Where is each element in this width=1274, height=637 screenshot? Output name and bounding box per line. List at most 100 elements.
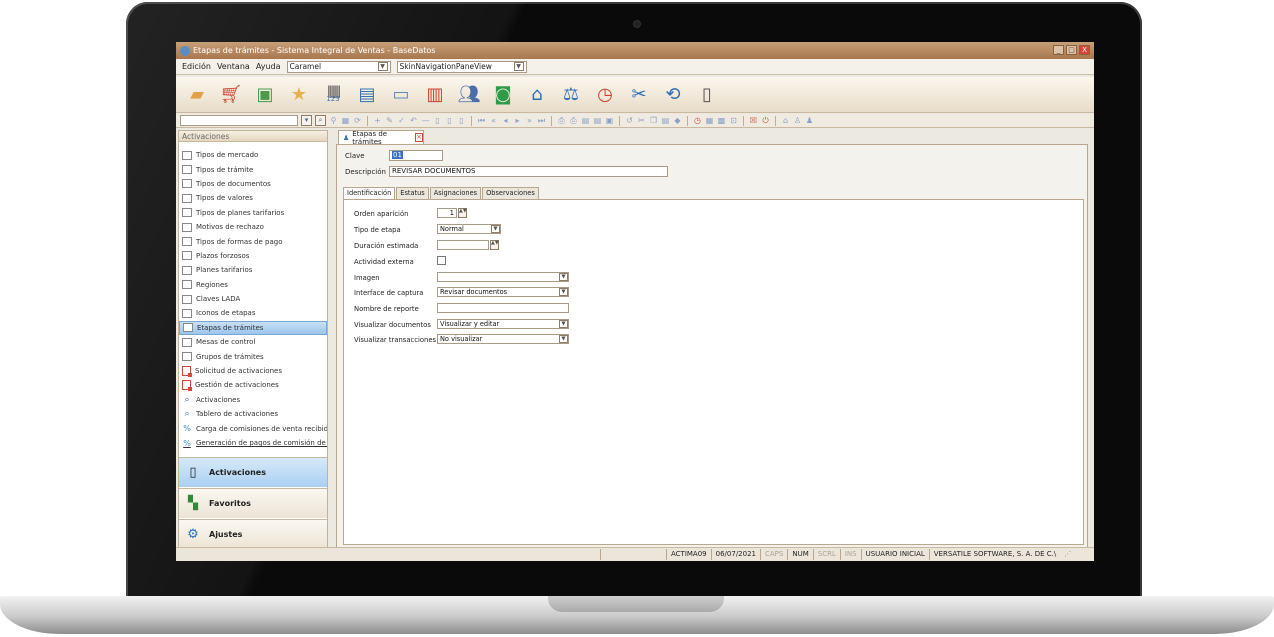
refresh-icon[interactable]: ⟲ bbox=[662, 84, 684, 106]
nav-item-generacion-de-pagos[interactable]: % Generación de pagos de comisión de v... bbox=[179, 436, 327, 450]
phone-icon[interactable]: ▯ bbox=[696, 84, 718, 106]
scales-icon[interactable]: ⚖︎ bbox=[560, 84, 582, 106]
calendar-icon[interactable]: ▦ bbox=[705, 115, 714, 126]
nav-item-carga-de-comisiones[interactable]: % Carga de comisiones de venta recibidas bbox=[179, 421, 327, 435]
next-icon[interactable]: ▸ bbox=[513, 115, 522, 126]
imagen-select[interactable]: ▼ bbox=[437, 272, 569, 282]
page-icon[interactable]: ▯ bbox=[445, 115, 454, 126]
clock-icon[interactable]: ◷ bbox=[693, 115, 702, 126]
tab-etapas-de-tramites[interactable]: ♟︎ Etapas de trámites × bbox=[338, 130, 424, 146]
tab-estatus[interactable]: Estatus bbox=[396, 187, 429, 199]
nav-item-activaciones[interactable]: ⌕ Activaciones bbox=[179, 393, 327, 407]
minimize-button[interactable]: _ bbox=[1053, 45, 1064, 55]
folder-star-icon[interactable]: ★ bbox=[288, 84, 310, 106]
nav-item-claves-lada[interactable]: Claves LADA bbox=[179, 292, 327, 306]
export-icon[interactable]: ▤ bbox=[593, 115, 602, 126]
barcode-icon[interactable]: |||||| 123 bbox=[322, 84, 344, 106]
paste-icon[interactable]: ▤ bbox=[661, 115, 670, 126]
reporte-input[interactable] bbox=[437, 303, 569, 313]
cut-icon[interactable]: ✂︎ bbox=[637, 115, 646, 126]
chart-doc-icon[interactable]: ▥ bbox=[424, 84, 446, 106]
duracion-spinner[interactable]: ▲▼ bbox=[490, 240, 499, 250]
close-button[interactable]: X bbox=[1079, 45, 1090, 55]
vis-trans-select[interactable]: No visualizar ▼ bbox=[437, 334, 569, 344]
rewind-icon[interactable]: « bbox=[489, 115, 498, 126]
chevron-down-icon[interactable]: ▼ bbox=[491, 225, 500, 233]
nav-item-tipos-de-planes-tarifarios[interactable]: Tipos de planes tarifarios bbox=[179, 206, 327, 220]
tab-asignaciones[interactable]: Asignaciones bbox=[429, 187, 482, 199]
money-icon[interactable]: ◙ bbox=[492, 84, 514, 106]
print-icon[interactable]: ⎙ bbox=[557, 115, 566, 126]
menu-edicion[interactable]: Edición bbox=[182, 62, 211, 71]
nav-item-tipos-de-documentos[interactable]: Tipos de documentos bbox=[179, 177, 327, 191]
view-select[interactable]: SkinNavigationPaneView ▼ bbox=[396, 60, 527, 73]
bank-icon[interactable]: ⌂ bbox=[526, 84, 548, 106]
vis-docs-select[interactable]: Visualizar y editar ▼ bbox=[437, 319, 569, 329]
power-icon[interactable]: ⏻︎ bbox=[761, 115, 770, 126]
chevron-down-icon[interactable]: ▼ bbox=[559, 335, 568, 343]
resize-grip-icon[interactable]: ⋰ bbox=[1060, 549, 1075, 560]
document-icon[interactable]: ▤ bbox=[356, 84, 378, 106]
users-icon[interactable]: ♟︎ bbox=[805, 115, 814, 126]
print-preview-icon[interactable]: ⎙ bbox=[569, 115, 578, 126]
orden-input[interactable]: 1 bbox=[437, 208, 457, 218]
nav-item-regiones[interactable]: Regiones bbox=[179, 278, 327, 292]
add-icon[interactable]: + bbox=[373, 115, 382, 126]
tab-observaciones[interactable]: Observaciones bbox=[482, 187, 539, 199]
nav-item-tablero-de-activaciones[interactable]: ⌕ Tablero de activaciones bbox=[179, 407, 327, 421]
page-icon[interactable]: ▯ bbox=[457, 115, 466, 126]
forward-icon[interactable]: » bbox=[525, 115, 534, 126]
cart-icon[interactable]: 🛒︎ bbox=[220, 84, 243, 106]
menu-ayuda[interactable]: Ayuda bbox=[256, 62, 281, 71]
users-icon[interactable]: 👥︎ bbox=[458, 84, 481, 106]
close-icon[interactable]: ☒ bbox=[749, 115, 758, 126]
nav-item-solicitud-de-activaciones[interactable]: Solicitud de activaciones bbox=[179, 364, 327, 378]
nav-item-tipos-de-tramite[interactable]: Tipos de trámite bbox=[179, 162, 327, 176]
nav-item-tipos-de-mercado[interactable]: Tipos de mercado bbox=[179, 148, 327, 162]
folder-icon[interactable]: ▰ bbox=[186, 84, 208, 106]
home-icon[interactable]: ⌂ bbox=[781, 115, 790, 126]
nav-item-iconos-de-etapas[interactable]: Iconos de etapas bbox=[179, 306, 327, 320]
previous-icon[interactable]: ◂ bbox=[501, 115, 510, 126]
user-icon[interactable]: ♙ bbox=[793, 115, 802, 126]
grid-icon[interactable]: ▦ bbox=[341, 115, 350, 126]
window-check-icon[interactable]: ▣ bbox=[254, 84, 276, 106]
clock-icon[interactable]: ◷ bbox=[594, 84, 616, 106]
close-icon[interactable]: × bbox=[414, 133, 423, 142]
last-icon[interactable]: ⏭︎ bbox=[537, 115, 546, 126]
orden-spinner[interactable]: ▲▼ bbox=[458, 208, 467, 218]
remove-icon[interactable]: — bbox=[421, 115, 430, 126]
nav-item-etapas-de-tramites[interactable]: Etapas de trámites bbox=[179, 320, 327, 336]
menu-ventana[interactable]: Ventana bbox=[217, 62, 250, 71]
nav-item-motivos-de-rechazo[interactable]: Motivos de rechazo bbox=[179, 220, 327, 234]
search-icon[interactable]: ⌕ bbox=[315, 115, 326, 126]
tools-icon[interactable]: ✂︎ bbox=[628, 84, 650, 106]
copy-icon[interactable]: ❐ bbox=[649, 115, 658, 126]
duracion-input[interactable] bbox=[437, 240, 489, 250]
chevron-down-icon[interactable]: ▼ bbox=[559, 288, 568, 296]
tab-identificacion[interactable]: Identificación bbox=[343, 187, 396, 199]
nav-group-ajustes[interactable]: ⚙︎ Ajustes bbox=[179, 519, 327, 549]
chevron-down-icon[interactable]: ▼ bbox=[559, 320, 568, 328]
id-card-icon[interactable]: ▭ bbox=[390, 84, 412, 106]
descripcion-input[interactable]: REVISAR DOCUMENTOS bbox=[389, 166, 668, 177]
check-icon[interactable]: ✓ bbox=[397, 115, 406, 126]
clave-input[interactable]: 01 bbox=[389, 150, 443, 161]
undo-icon[interactable]: ↶ bbox=[409, 115, 418, 126]
tipo-select[interactable]: Normal ▼ bbox=[437, 224, 501, 234]
lock-icon[interactable]: ⊡ bbox=[729, 115, 738, 126]
maximize-button[interactable]: □ bbox=[1066, 45, 1077, 55]
nav-item-planes-tarifarios[interactable]: Planes tarifarios bbox=[179, 263, 327, 277]
actividad-checkbox[interactable] bbox=[437, 256, 446, 265]
nav-item-grupos-de-tramites[interactable]: Grupos de trámites bbox=[179, 349, 327, 363]
export-icon[interactable]: ▤ bbox=[581, 115, 590, 126]
undo-icon[interactable]: ↺ bbox=[625, 115, 634, 126]
binoculars-icon[interactable]: ⚲ bbox=[329, 115, 338, 126]
calculator-icon[interactable]: ▩ bbox=[717, 115, 726, 126]
chevron-down-icon[interactable]: ▾ bbox=[301, 115, 312, 126]
nav-group-activaciones[interactable]: ▯ Activaciones bbox=[179, 457, 327, 487]
nav-item-gestion-de-activaciones[interactable]: Gestión de activaciones bbox=[179, 378, 327, 392]
save-icon[interactable]: ▣ bbox=[605, 115, 614, 126]
chevron-down-icon[interactable]: ▼ bbox=[559, 273, 568, 281]
first-icon[interactable]: ⏮︎ bbox=[477, 115, 486, 126]
